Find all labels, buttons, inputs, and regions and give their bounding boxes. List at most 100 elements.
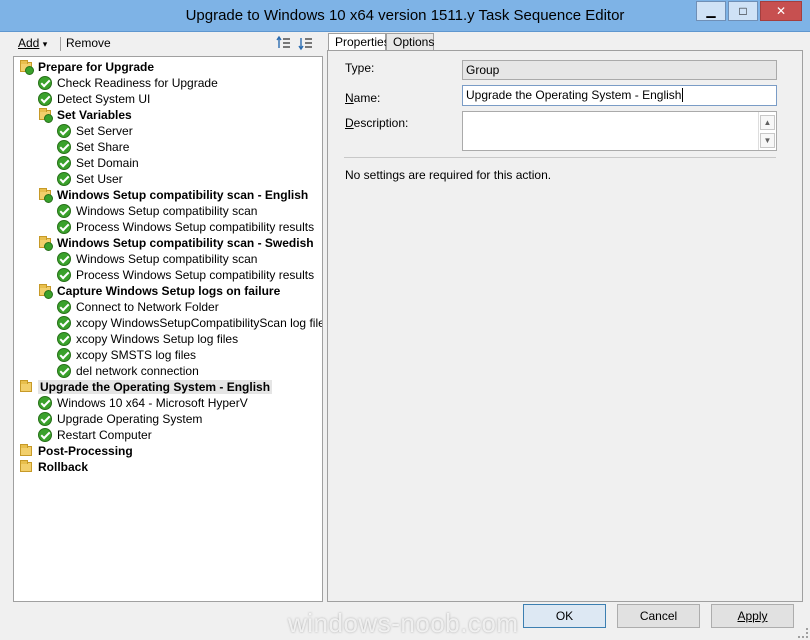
chevron-down-icon: ▾ [42,39,48,49]
tree-item-label: Prepare for Upgrade [38,60,155,74]
tree-step[interactable]: Windows 10 x64 - Microsoft HyperV [37,395,248,411]
description-scrollbar[interactable]: ▲ ▼ [758,112,776,150]
name-field[interactable]: Upgrade the Operating System - English [462,85,777,106]
folder-icon [18,443,34,459]
tree-item-label: Windows Setup compatibility scan [76,252,258,266]
tab-properties[interactable]: Properties [328,33,390,51]
tree-group-compat-scan-english[interactable]: Windows Setup compatibility scan - Engli… [37,187,308,203]
folder-icon [18,379,34,395]
tree-item-label: Post-Processing [38,444,133,458]
check-icon [56,299,72,315]
tree-item-label: Detect System UI [57,92,151,106]
tree-group-capture-logs[interactable]: Capture Windows Setup logs on failure [37,283,280,299]
tree-item-label: Capture Windows Setup logs on failure [57,284,281,298]
tree-group-compat-scan-swedish[interactable]: Windows Setup compatibility scan - Swedi… [37,235,314,251]
tree-step[interactable]: Windows Setup compatibility scan [56,251,257,267]
tree-step[interactable]: Connect to Network Folder [56,299,219,315]
tree-group-upgrade-os-english[interactable]: Upgrade the Operating System - English [18,379,273,395]
tree-item-label: del network connection [76,364,199,378]
add-menu-button[interactable]: Add ▾ [18,36,47,50]
tree-step[interactable]: xcopy Windows Setup log files [56,331,238,347]
tree-step[interactable]: Process Windows Setup compatibility resu… [56,267,314,283]
tree-step[interactable]: del network connection [56,363,199,379]
folder-check-icon [37,187,53,203]
check-icon [56,331,72,347]
window-controls: ▁ □ ✕ [696,1,802,21]
tree-item-label: xcopy SMSTS log files [76,348,197,362]
apply-button[interactable]: Apply [711,604,794,628]
tree-item-label: Upgrade the Operating System - English [38,380,273,394]
add-label: Add [18,36,40,50]
tree-item-label: Check Readiness for Upgrade [57,76,218,90]
tree-step[interactable]: Set Domain [56,155,139,171]
move-down-icon[interactable] [298,35,314,54]
name-label-rest: ame: [353,91,381,105]
tree-step[interactable]: Detect System UI [37,91,150,107]
tree-group-prepare-for-upgrade[interactable]: Prepare for Upgrade [18,59,154,75]
check-icon [56,363,72,379]
type-field: Group [462,60,777,80]
check-icon [56,251,72,267]
close-button[interactable]: ✕ [760,1,802,21]
tree-step[interactable]: Check Readiness for Upgrade [37,75,218,91]
check-icon [56,203,72,219]
check-icon [56,267,72,283]
check-icon [37,411,53,427]
tree-item-label: Rollback [38,460,89,474]
tree-step[interactable]: Set Server [56,123,133,139]
check-icon [56,155,72,171]
folder-check-icon [18,59,34,75]
check-icon [56,219,72,235]
folder-check-icon [37,283,53,299]
tree-step[interactable]: xcopy SMSTS log files [56,347,196,363]
tree-item-label: Windows 10 x64 - Microsoft HyperV [57,396,248,410]
task-sequence-tree[interactable]: Prepare for Upgrade Check Readiness for … [13,56,323,602]
folder-check-icon [37,107,53,123]
scroll-down-icon[interactable]: ▼ [760,133,775,148]
info-text: No settings are required for this action… [345,168,552,182]
check-icon [56,139,72,155]
tree-step[interactable]: Windows Setup compatibility scan [56,203,257,219]
remove-button[interactable]: Remove [66,36,111,50]
tree-group-post-processing[interactable]: Post-Processing [18,443,133,459]
name-value: Upgrade the Operating System - English [466,88,682,102]
title-bar: Upgrade to Windows 10 x64 version 1511.y… [0,0,810,32]
tree-step[interactable]: Set Share [56,139,129,155]
scroll-up-icon[interactable]: ▲ [760,115,775,130]
tree-item-label: xcopy Windows Setup log files [76,332,239,346]
check-icon [37,75,53,91]
check-icon [37,395,53,411]
minimize-button[interactable]: ▁ [696,1,726,21]
tree-item-label: xcopy WindowsSetupCompatibilityScan log … [76,316,323,330]
tree-step[interactable]: Upgrade Operating System [37,411,202,427]
type-label: Type: [345,61,375,75]
toolbar-divider [60,37,61,51]
tree-step[interactable]: Set User [56,171,123,187]
tree-step[interactable]: Restart Computer [37,427,152,443]
tree-item-label: Set Server [76,124,133,138]
tree-step[interactable]: Process Windows Setup compatibility resu… [56,219,314,235]
resize-grip-icon[interactable] [798,628,808,638]
check-icon [37,427,53,443]
ok-button[interactable]: OK [523,604,606,628]
check-icon [56,171,72,187]
description-field[interactable]: ▲ ▼ [462,111,777,151]
tree-group-rollback[interactable]: Rollback [18,459,88,475]
tree-step[interactable]: xcopy WindowsSetupCompatibilityScan log … [56,315,323,331]
name-label: Name: [345,91,381,105]
tree-item-label: Upgrade Operating System [57,412,203,426]
description-label: Description: [345,116,409,130]
tree-item-label: Windows Setup compatibility scan - Swedi… [57,236,314,250]
tree-item-label: Connect to Network Folder [76,300,219,314]
maximize-button[interactable]: □ [728,1,758,21]
tree-item-label: Restart Computer [57,428,152,442]
properties-pane: Type: Group Name: Upgrade the Operating … [327,50,803,602]
move-up-icon[interactable] [276,35,292,54]
check-icon [56,347,72,363]
cancel-button[interactable]: Cancel [617,604,700,628]
tree-item-label: Process Windows Setup compatibility resu… [76,268,315,282]
tree-group-set-variables[interactable]: Set Variables [37,107,132,123]
tab-options[interactable]: Options [386,33,434,50]
tree-item-label: Process Windows Setup compatibility resu… [76,220,315,234]
window-title: Upgrade to Windows 10 x64 version 1511.y… [185,7,625,24]
